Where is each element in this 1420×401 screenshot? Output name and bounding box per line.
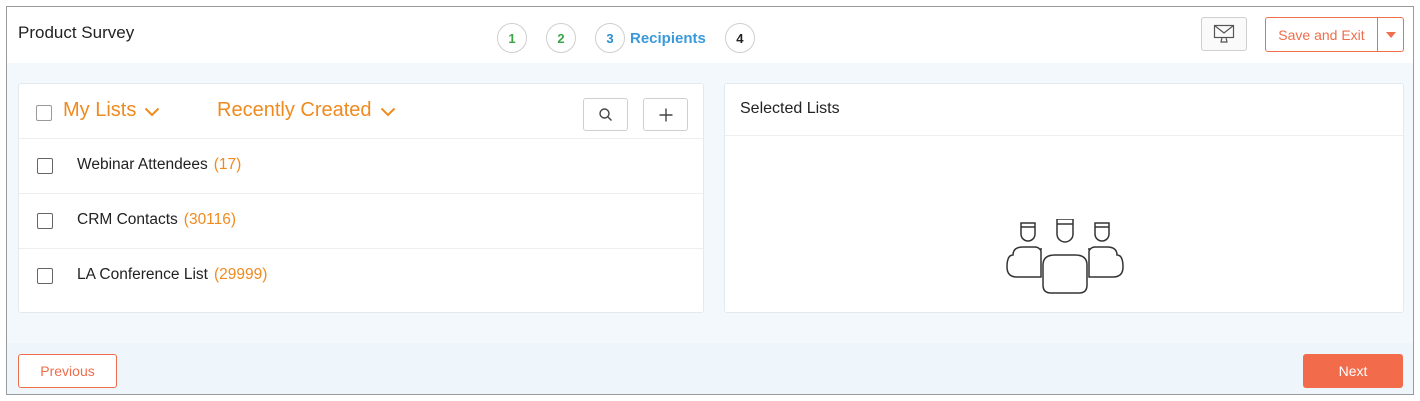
list-item-label: Webinar Attendees (17) (77, 156, 241, 174)
list-item[interactable]: Webinar Attendees (17) (19, 139, 703, 194)
sort-label: Recently Created (217, 99, 372, 121)
list-item-checkbox[interactable] (37, 158, 53, 174)
step-2[interactable]: 2 (546, 23, 576, 53)
save-and-exit-button[interactable]: Save and Exit (1265, 17, 1378, 52)
list-item-checkbox[interactable] (37, 268, 53, 284)
lists-panel-header: My Lists Recently Created (19, 84, 703, 139)
list-item-count: (30116) (183, 211, 237, 228)
list-item[interactable]: LA Conference List (29999) (19, 249, 703, 304)
search-button[interactable] (583, 98, 628, 131)
selected-lists-panel: Selected Lists (724, 83, 1404, 313)
survey-window: Product Survey 1 2 3 Recipients 4 Save a… (6, 6, 1414, 395)
header-bar: Product Survey 1 2 3 Recipients 4 Save a… (7, 7, 1413, 63)
next-button[interactable]: Next (1303, 354, 1403, 388)
save-and-exit-group: Save and Exit (1265, 17, 1404, 52)
list-item-label: LA Conference List (29999) (77, 266, 267, 284)
select-all-checkbox[interactable] (36, 105, 52, 121)
page-title: Product Survey (18, 23, 135, 42)
step-4[interactable]: 4 (724, 23, 755, 53)
list-item-label: CRM Contacts (30116) (77, 211, 236, 229)
preview-button[interactable] (1201, 17, 1247, 51)
plus-icon (659, 108, 672, 121)
step-3[interactable]: 3 (595, 23, 625, 53)
list-item-count: (29999) (213, 266, 268, 283)
step-3-label: Recipients (630, 29, 706, 47)
selected-lists-title: Selected Lists (740, 100, 840, 117)
add-list-button[interactable] (643, 98, 688, 131)
chevron-down-icon (380, 107, 395, 116)
caret-down-icon (1385, 31, 1396, 38)
list-source-label: My Lists (63, 99, 137, 121)
lists-panel: My Lists Recently Created Webinar Attend… (18, 83, 704, 313)
list-item-count: (17) (213, 156, 242, 173)
footer-bar: Previous Next (7, 343, 1413, 394)
list-item-checkbox[interactable] (37, 213, 53, 229)
save-options-dropdown[interactable] (1378, 17, 1404, 52)
monitor-mail-icon (1213, 24, 1235, 43)
step-1[interactable]: 1 (497, 23, 527, 53)
step-indicator: 1 2 3 Recipients 4 (497, 23, 755, 53)
list-item-name: CRM Contacts (77, 211, 178, 228)
content-area: My Lists Recently Created Webinar Attend… (7, 63, 1413, 343)
list-source-dropdown[interactable]: My Lists (63, 99, 160, 122)
people-group-icon (1006, 219, 1124, 294)
previous-button[interactable]: Previous (18, 354, 117, 388)
sort-dropdown[interactable]: Recently Created (217, 99, 396, 122)
selected-lists-header: Selected Lists (725, 84, 1403, 136)
search-icon (598, 107, 612, 121)
list-item-name: LA Conference List (77, 266, 208, 283)
list-item-name: Webinar Attendees (77, 156, 208, 173)
list-item[interactable]: CRM Contacts (30116) (19, 194, 703, 249)
chevron-down-icon (145, 107, 160, 116)
